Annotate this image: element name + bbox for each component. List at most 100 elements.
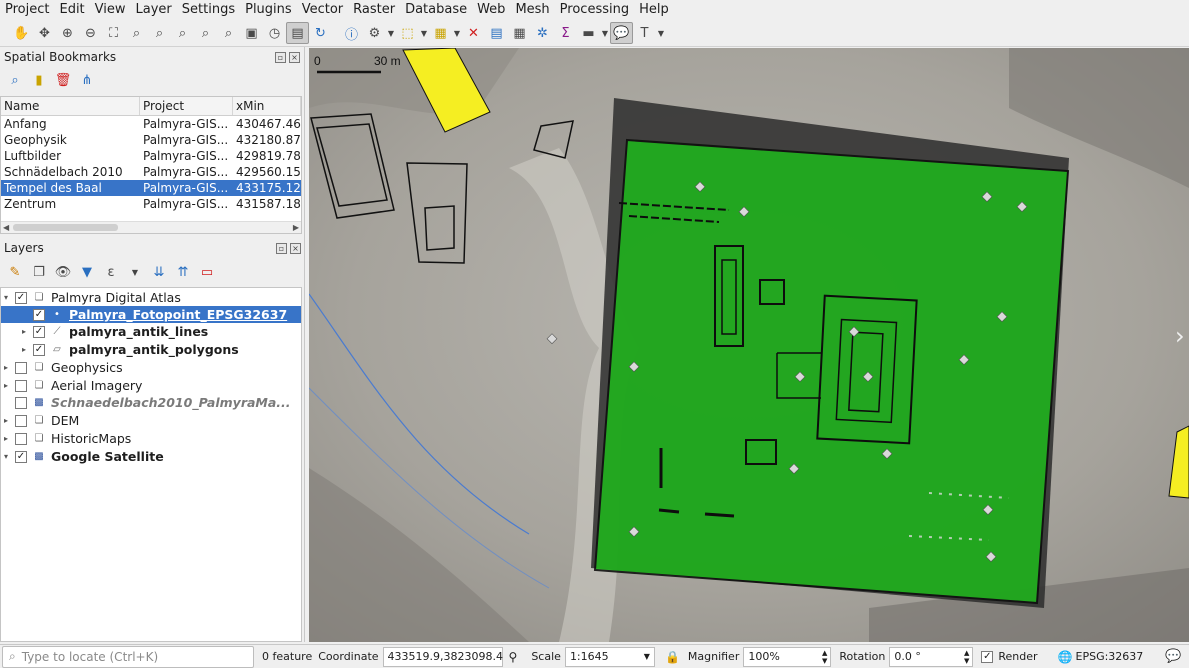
chevron-down-icon[interactable]: ▼ <box>386 22 396 44</box>
spinner-icon[interactable]: ▲ ▼ <box>822 649 827 665</box>
new-map-view-icon[interactable]: ▣ <box>240 22 263 44</box>
column-header-name[interactable]: Name <box>1 97 140 115</box>
menu-mesh[interactable]: Mesh <box>510 0 554 20</box>
expand-arrow-icon[interactable]: ▸ <box>1 381 11 390</box>
action-icon[interactable]: ⚙ <box>363 22 386 44</box>
chevron-down-icon[interactable]: ▼ <box>656 22 666 44</box>
layer-item-palmyra-fotopoint[interactable]: ✓ • Palmyra_Fotopoint_EPSG32637 <box>1 306 301 323</box>
field-calculator-icon[interactable]: ▦ <box>508 22 531 44</box>
pan-to-selection-icon[interactable]: ✥ <box>33 22 56 44</box>
zoom-to-selection-icon[interactable]: ⌕ <box>125 22 148 44</box>
horizontal-scrollbar[interactable]: ◀ ▶ <box>1 221 301 233</box>
expand-arrow-icon[interactable]: ▸ <box>1 434 11 443</box>
scroll-left-icon[interactable]: ◀ <box>3 222 9 233</box>
expand-arrow-icon[interactable]: ▸ <box>19 327 29 336</box>
zoom-out-icon[interactable]: ⊖ <box>79 22 102 44</box>
layer-checkbox[interactable] <box>15 379 27 392</box>
zoom-last-icon[interactable]: ⌕ <box>194 22 217 44</box>
float-panel-icon[interactable]: ▫ <box>276 242 287 254</box>
chevron-down-icon[interactable]: ▼ <box>452 22 462 44</box>
spinner-icon[interactable]: ▲ ▼ <box>964 649 969 665</box>
locator-search-input[interactable]: ⌕ Type to locate (Ctrl+K) <box>2 645 254 668</box>
zoom-full-icon[interactable]: ⛶ <box>102 22 125 44</box>
remove-layer-icon[interactable]: ▭ <box>196 261 218 283</box>
expand-arrow-icon[interactable]: ▸ <box>19 345 29 354</box>
layer-item-schnaedelbach2010[interactable]: ▩ Schnaedelbach2010_PalmyraMa... <box>1 394 301 411</box>
layer-group-geophysics[interactable]: ▸ ❏ Geophysics <box>1 359 301 376</box>
zoom-in-icon[interactable]: ⊕ <box>56 22 79 44</box>
layer-checkbox[interactable]: ✓ <box>33 343 45 356</box>
collapse-all-icon[interactable]: ⇈ <box>172 261 194 283</box>
deselect-all-icon[interactable]: ✕ <box>462 22 485 44</box>
chevron-down-icon[interactable]: ▼ <box>419 22 429 44</box>
chevron-right-icon[interactable]: › <box>1175 322 1185 350</box>
select-features-icon[interactable]: ⬚ <box>396 22 419 44</box>
menu-processing[interactable]: Processing <box>555 0 634 20</box>
zoom-native-icon[interactable]: ⌕ <box>171 22 194 44</box>
chevron-down-icon[interactable]: ▼ <box>644 652 650 661</box>
filter-legend-icon[interactable]: ▼ <box>76 261 98 283</box>
layer-group-google-satellite[interactable]: ▾ ✓ ▩ Google Satellite <box>1 448 301 465</box>
menu-help[interactable]: Help <box>634 0 674 20</box>
close-icon[interactable]: × <box>290 242 301 254</box>
globe-icon[interactable]: 🌐 <box>1058 650 1073 664</box>
menu-view[interactable]: View <box>90 0 131 20</box>
table-row[interactable]: Geophysik Palmyra-GIS... 432180.87 <box>1 132 301 148</box>
expand-arrow-icon[interactable]: ▸ <box>1 363 11 372</box>
map-tips-icon[interactable]: 💬 <box>610 22 633 44</box>
style-manager-icon[interactable]: ✎ <box>4 261 26 283</box>
delete-bookmark-icon[interactable]: 🗑 <box>52 69 74 91</box>
select-by-expression-icon[interactable]: ▦ <box>429 22 452 44</box>
layer-checkbox[interactable] <box>15 396 27 409</box>
table-row-selected[interactable]: Tempel des Baal Palmyra-GIS... 433175.12 <box>1 180 301 196</box>
layer-group-historicmaps[interactable]: ▸ ❏ HistoricMaps <box>1 430 301 447</box>
menu-database[interactable]: Database <box>400 0 472 20</box>
menu-edit[interactable]: Edit <box>54 0 89 20</box>
coordinate-field[interactable]: 433519.9,3823098.4 <box>382 646 503 667</box>
expand-arrow-icon[interactable]: ▸ <box>1 416 11 425</box>
statistics-icon[interactable]: Σ <box>554 22 577 44</box>
table-row[interactable]: Zentrum Palmyra-GIS... 431587.18 <box>1 196 301 212</box>
zoom-to-layer-icon[interactable]: ⌕ <box>148 22 171 44</box>
close-icon[interactable]: × <box>289 51 300 63</box>
toggle-extents-icon[interactable]: ⚲ <box>509 650 518 664</box>
expand-all-icon[interactable]: ⇊ <box>148 261 170 283</box>
pan-icon[interactable]: ✋ <box>10 22 33 44</box>
column-header-project[interactable]: Project <box>140 97 233 115</box>
layer-group-palmyra-digital-atlas[interactable]: ▾ ✓ ❏ Palmyra Digital Atlas <box>1 289 301 306</box>
chevron-down-icon[interactable]: ▼ <box>124 261 146 283</box>
map-tips-toggle-icon[interactable]: ▤ <box>286 22 309 44</box>
temple-polygon[interactable] <box>593 138 1070 605</box>
layer-checkbox[interactable] <box>15 361 27 374</box>
zoom-next-icon[interactable]: ⌕ <box>217 22 240 44</box>
crs-label[interactable]: EPSG:32637 <box>1076 650 1144 663</box>
measure-icon[interactable]: ▬ <box>577 22 600 44</box>
chevron-down-icon[interactable]: ▼ <box>600 22 610 44</box>
map-canvas[interactable]: 0 30 m › <box>309 48 1189 642</box>
scroll-right-icon[interactable]: ▶ <box>293 222 299 233</box>
share-bookmark-icon[interactable]: ⋔ <box>76 69 98 91</box>
layer-group-aerial-imagery[interactable]: ▸ ❏ Aerial Imagery <box>1 377 301 394</box>
layer-item-palmyra-antik-lines[interactable]: ▸ ✓ ⟋ palmyra_antik_lines <box>1 323 301 340</box>
table-row[interactable]: Schnädelbach 2010 Palmyra-GIS... 429560.… <box>1 164 301 180</box>
float-panel-icon[interactable]: ▫ <box>275 51 286 63</box>
temporal-controller-icon[interactable]: ◷ <box>263 22 286 44</box>
layer-group-dem[interactable]: ▸ ❏ DEM <box>1 412 301 429</box>
menu-project[interactable]: Project <box>0 0 54 20</box>
menu-web[interactable]: Web <box>472 0 510 20</box>
zoom-to-bookmark-icon[interactable]: ⌕ <box>4 69 26 91</box>
menu-layer[interactable]: Layer <box>131 0 177 20</box>
layer-checkbox[interactable] <box>15 414 27 427</box>
refresh-icon[interactable]: ↻ <box>309 22 332 44</box>
layer-checkbox[interactable]: ✓ <box>33 325 45 338</box>
layer-checkbox[interactable]: ✓ <box>15 291 27 304</box>
layer-checkbox[interactable] <box>15 432 27 445</box>
lock-scale-icon[interactable]: 🔒 <box>665 650 680 664</box>
menu-plugins[interactable]: Plugins <box>240 0 297 20</box>
menu-settings[interactable]: Settings <box>177 0 240 20</box>
column-header-xmin[interactable]: xMin <box>233 97 301 115</box>
layer-checkbox[interactable]: ✓ <box>15 450 27 463</box>
messages-icon[interactable]: 💬 <box>1165 649 1181 664</box>
layer-checkbox[interactable]: ✓ <box>33 308 45 321</box>
collapse-arrow-icon[interactable]: ▾ <box>1 452 11 461</box>
